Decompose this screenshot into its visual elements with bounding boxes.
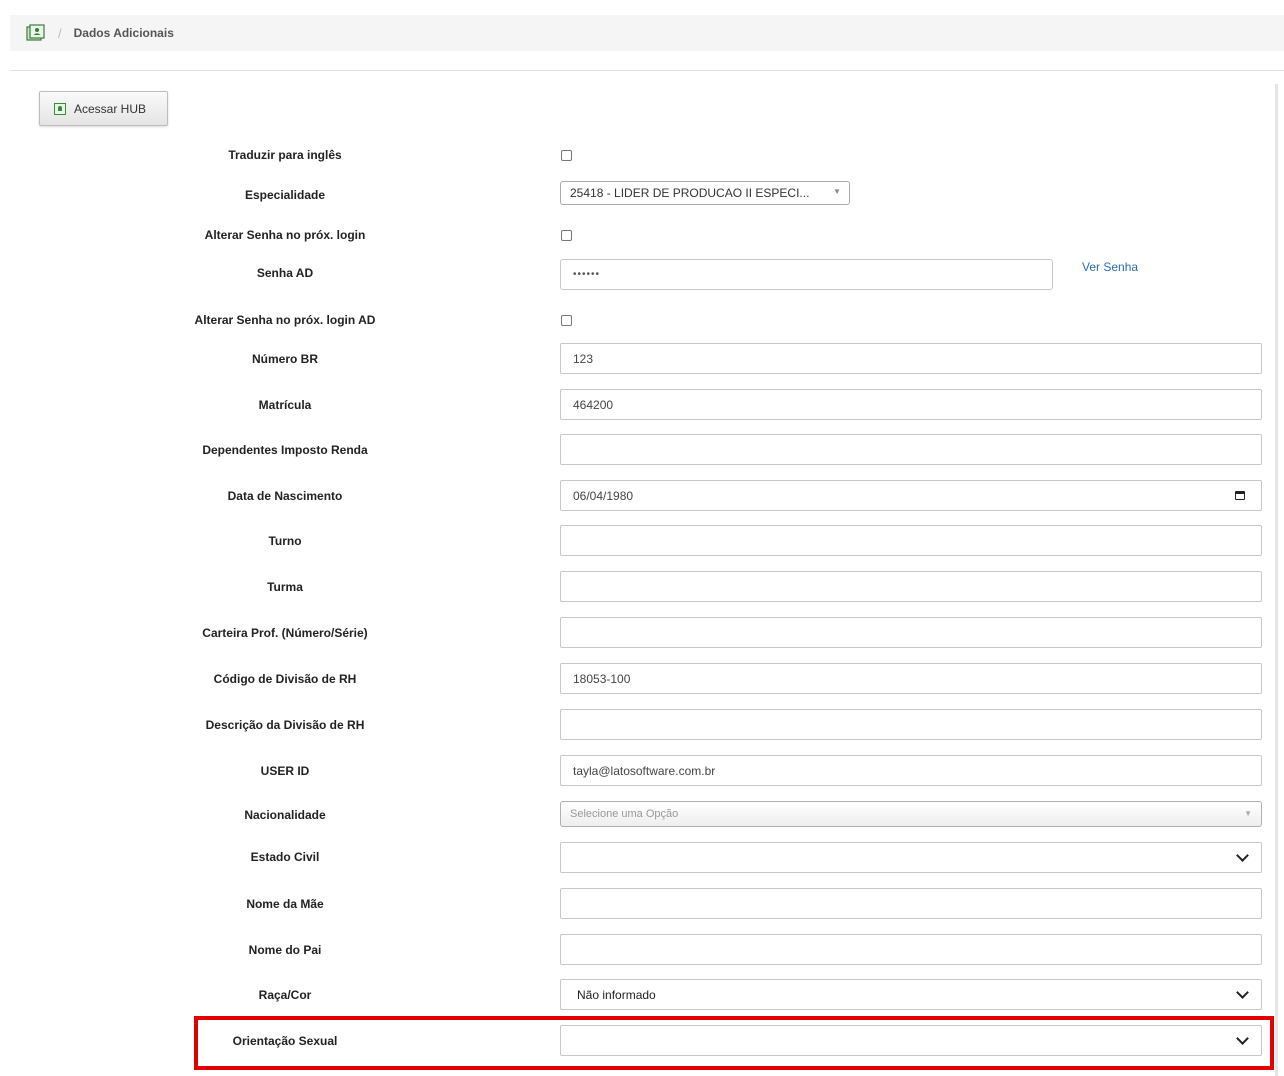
- birth-date-value: 06/04/1980: [573, 488, 634, 503]
- breadcrumb: / Dados Adicionais: [10, 15, 1284, 51]
- father-name-input[interactable]: [560, 934, 1262, 965]
- sexual-orientation-label: Orientação Sexual: [232, 1034, 338, 1048]
- scrollbar-track[interactable]: [1275, 84, 1278, 1076]
- caret-down-icon: ▼: [833, 187, 841, 196]
- team-input[interactable]: [560, 571, 1262, 602]
- birth-date-label: Data de Nascimento: [227, 489, 343, 503]
- ad-password-input[interactable]: ••••••: [560, 259, 1053, 290]
- dependents-input[interactable]: [560, 434, 1262, 465]
- hr-division-code-value: 18053-100: [573, 671, 631, 686]
- breadcrumb-current: Dados Adicionais: [73, 26, 174, 40]
- user-id-value: tayla@latosoftware.com.br: [573, 763, 716, 778]
- birth-date-input[interactable]: 06/04/1980: [560, 480, 1262, 511]
- hr-division-code-label: Código de Divisão de RH: [213, 672, 357, 686]
- change-ad-password-checkbox[interactable]: [561, 315, 572, 326]
- nationality-placeholder: Selecione uma Opção: [570, 808, 679, 820]
- chevron-down-icon: [1236, 849, 1249, 862]
- race-label: Raça/Cor: [258, 988, 312, 1002]
- team-label: Turma: [267, 580, 303, 594]
- registration-value: 464200: [573, 397, 614, 412]
- marital-status-label: Estado Civil: [250, 850, 320, 864]
- access-hub-label: Acessar HUB: [74, 101, 147, 116]
- translate-label: Traduzir para inglês: [228, 148, 342, 162]
- br-number-label: Número BR: [251, 352, 318, 366]
- registration-input[interactable]: 464200: [560, 389, 1262, 420]
- change-password-label: Alterar Senha no próx. login: [204, 228, 366, 242]
- work-card-input[interactable]: [560, 617, 1262, 648]
- dependents-label: Dependentes Imposto Renda: [202, 443, 368, 457]
- access-hub-button[interactable]: Acessar HUB: [39, 91, 168, 126]
- show-password-link[interactable]: Ver Senha: [1082, 260, 1138, 274]
- mother-name-label: Nome da Mãe: [246, 897, 324, 911]
- br-number-value: 123: [573, 351, 594, 366]
- hr-division-desc-label: Descrição da Divisão de RH: [205, 718, 365, 732]
- nationality-label: Nacionalidade: [244, 808, 326, 822]
- ad-password-label: Senha AD: [256, 266, 314, 280]
- ad-password-value: ••••••: [573, 269, 601, 280]
- book-icon[interactable]: [26, 24, 46, 42]
- marital-status-select[interactable]: [560, 842, 1262, 873]
- specialty-label: Especialidade: [244, 188, 326, 202]
- calendar-icon[interactable]: [1235, 491, 1245, 500]
- translate-checkbox[interactable]: [561, 150, 572, 161]
- br-number-input[interactable]: 123: [560, 343, 1262, 374]
- race-select[interactable]: Não informado: [560, 979, 1262, 1010]
- shift-label: Turno: [268, 534, 302, 548]
- shift-input[interactable]: [560, 525, 1262, 556]
- specialty-value: 25418 - LIDER DE PRODUCAO II ESPECI...: [570, 186, 810, 200]
- work-card-label: Carteira Prof. (Número/Série): [202, 626, 368, 640]
- chevron-down-icon: [1236, 1032, 1249, 1045]
- nationality-select[interactable]: Selecione uma Opção ▼: [560, 801, 1262, 827]
- sexual-orientation-select[interactable]: [560, 1025, 1262, 1056]
- mother-name-input[interactable]: [560, 888, 1262, 919]
- chevron-down-icon: [1236, 986, 1249, 999]
- hub-icon: [54, 102, 66, 115]
- user-id-input[interactable]: tayla@latosoftware.com.br: [560, 755, 1262, 786]
- change-ad-password-label: Alterar Senha no próx. login AD: [194, 313, 376, 327]
- change-password-checkbox[interactable]: [561, 230, 572, 241]
- hr-division-code-input[interactable]: 18053-100: [560, 663, 1262, 694]
- breadcrumb-separator: /: [58, 25, 62, 41]
- registration-label: Matrícula: [258, 398, 312, 412]
- user-id-label: USER ID: [260, 764, 310, 778]
- caret-down-icon: ▼: [1244, 809, 1252, 818]
- race-value: Não informado: [577, 987, 656, 1002]
- father-name-label: Nome do Pai: [248, 943, 322, 957]
- hr-division-desc-input[interactable]: [560, 709, 1262, 740]
- specialty-select[interactable]: 25418 - LIDER DE PRODUCAO II ESPECI... ▼: [560, 181, 850, 205]
